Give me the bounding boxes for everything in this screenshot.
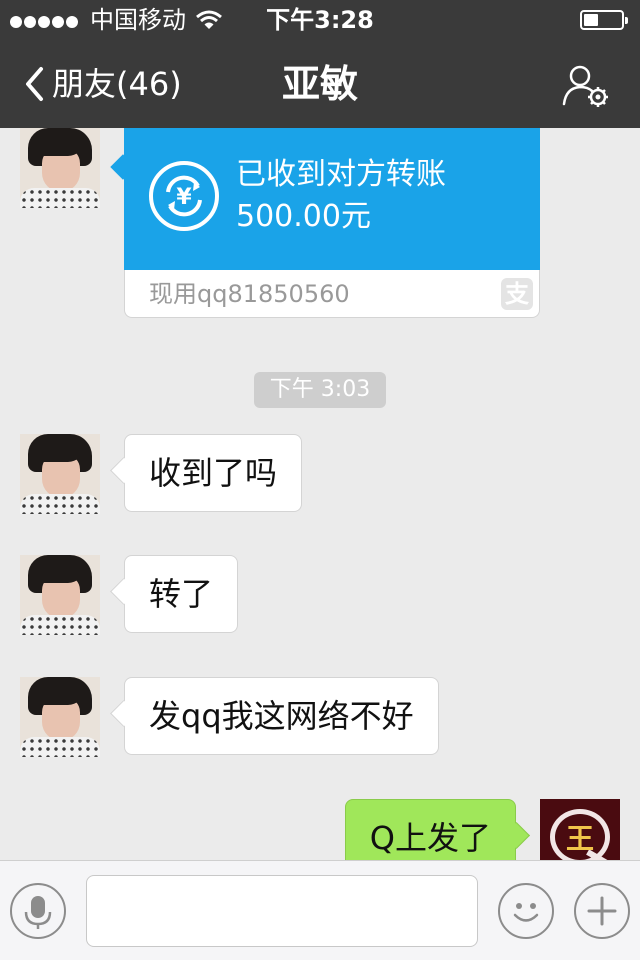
smiley-icon [513, 903, 539, 922]
chat-title: 亚敏 [281, 62, 358, 106]
voice-input-button[interactable] [10, 883, 66, 939]
my-avatar[interactable]: 王 [540, 799, 620, 860]
message-bubble[interactable]: 收到了吗 [124, 434, 303, 512]
message-bubble[interactable]: 发qq我这网络不好 [124, 677, 439, 755]
status-time: 下午3:28 [266, 6, 374, 34]
contact-avatar[interactable] [20, 555, 100, 635]
message-bubble[interactable]: 转了 [124, 555, 239, 633]
message-text: 收到了吗 [149, 454, 278, 492]
contact-avatar[interactable] [20, 128, 100, 208]
contact-avatar[interactable] [20, 677, 100, 757]
more-options-button[interactable] [574, 883, 630, 939]
transfer-received-icon: ¥ [149, 161, 219, 231]
chat-info-button[interactable] [562, 64, 612, 108]
chat-message-list[interactable]: ¥ 已收到对方转账 500.00元 现用qq81850560 支 下午 3:03… [0, 128, 640, 860]
transfer-title: 已收到对方转账 [236, 157, 446, 192]
contact-avatar[interactable] [20, 434, 100, 514]
status-bar: 中国移动 下午3:28 [0, 0, 640, 40]
transfer-card-header: ¥ 已收到对方转账 500.00元 [124, 128, 540, 270]
input-toolbar [0, 860, 640, 960]
message-text: 转了 [149, 575, 214, 613]
my-message-bubble[interactable]: Q上发了 [344, 799, 516, 860]
transfer-card-footer: 现用qq81850560 支 [124, 270, 540, 318]
transfer-card[interactable]: ¥ 已收到对方转账 500.00元 现用qq81850560 支 [124, 128, 540, 318]
alipay-icon: 支 [501, 278, 533, 310]
user-settings-icon [562, 65, 608, 107]
my-avatar-glyph: 王 [565, 822, 594, 855]
transfer-source: 现用qq81850560 [149, 280, 350, 308]
svg-text:¥: ¥ [176, 185, 192, 210]
plus-icon [587, 896, 617, 926]
message-text: 发qq我这网络不好 [149, 697, 414, 735]
transfer-amount: 500.00元 [236, 199, 371, 234]
battery-icon [580, 10, 628, 30]
nav-bar: 朋友(46) 亚敏 [0, 40, 640, 128]
time-divider: 下午 3:03 [254, 372, 386, 408]
emoji-button[interactable] [498, 883, 554, 939]
microphone-icon [24, 896, 52, 929]
message-input[interactable] [86, 875, 478, 947]
message-text: Q上发了 [369, 819, 491, 857]
